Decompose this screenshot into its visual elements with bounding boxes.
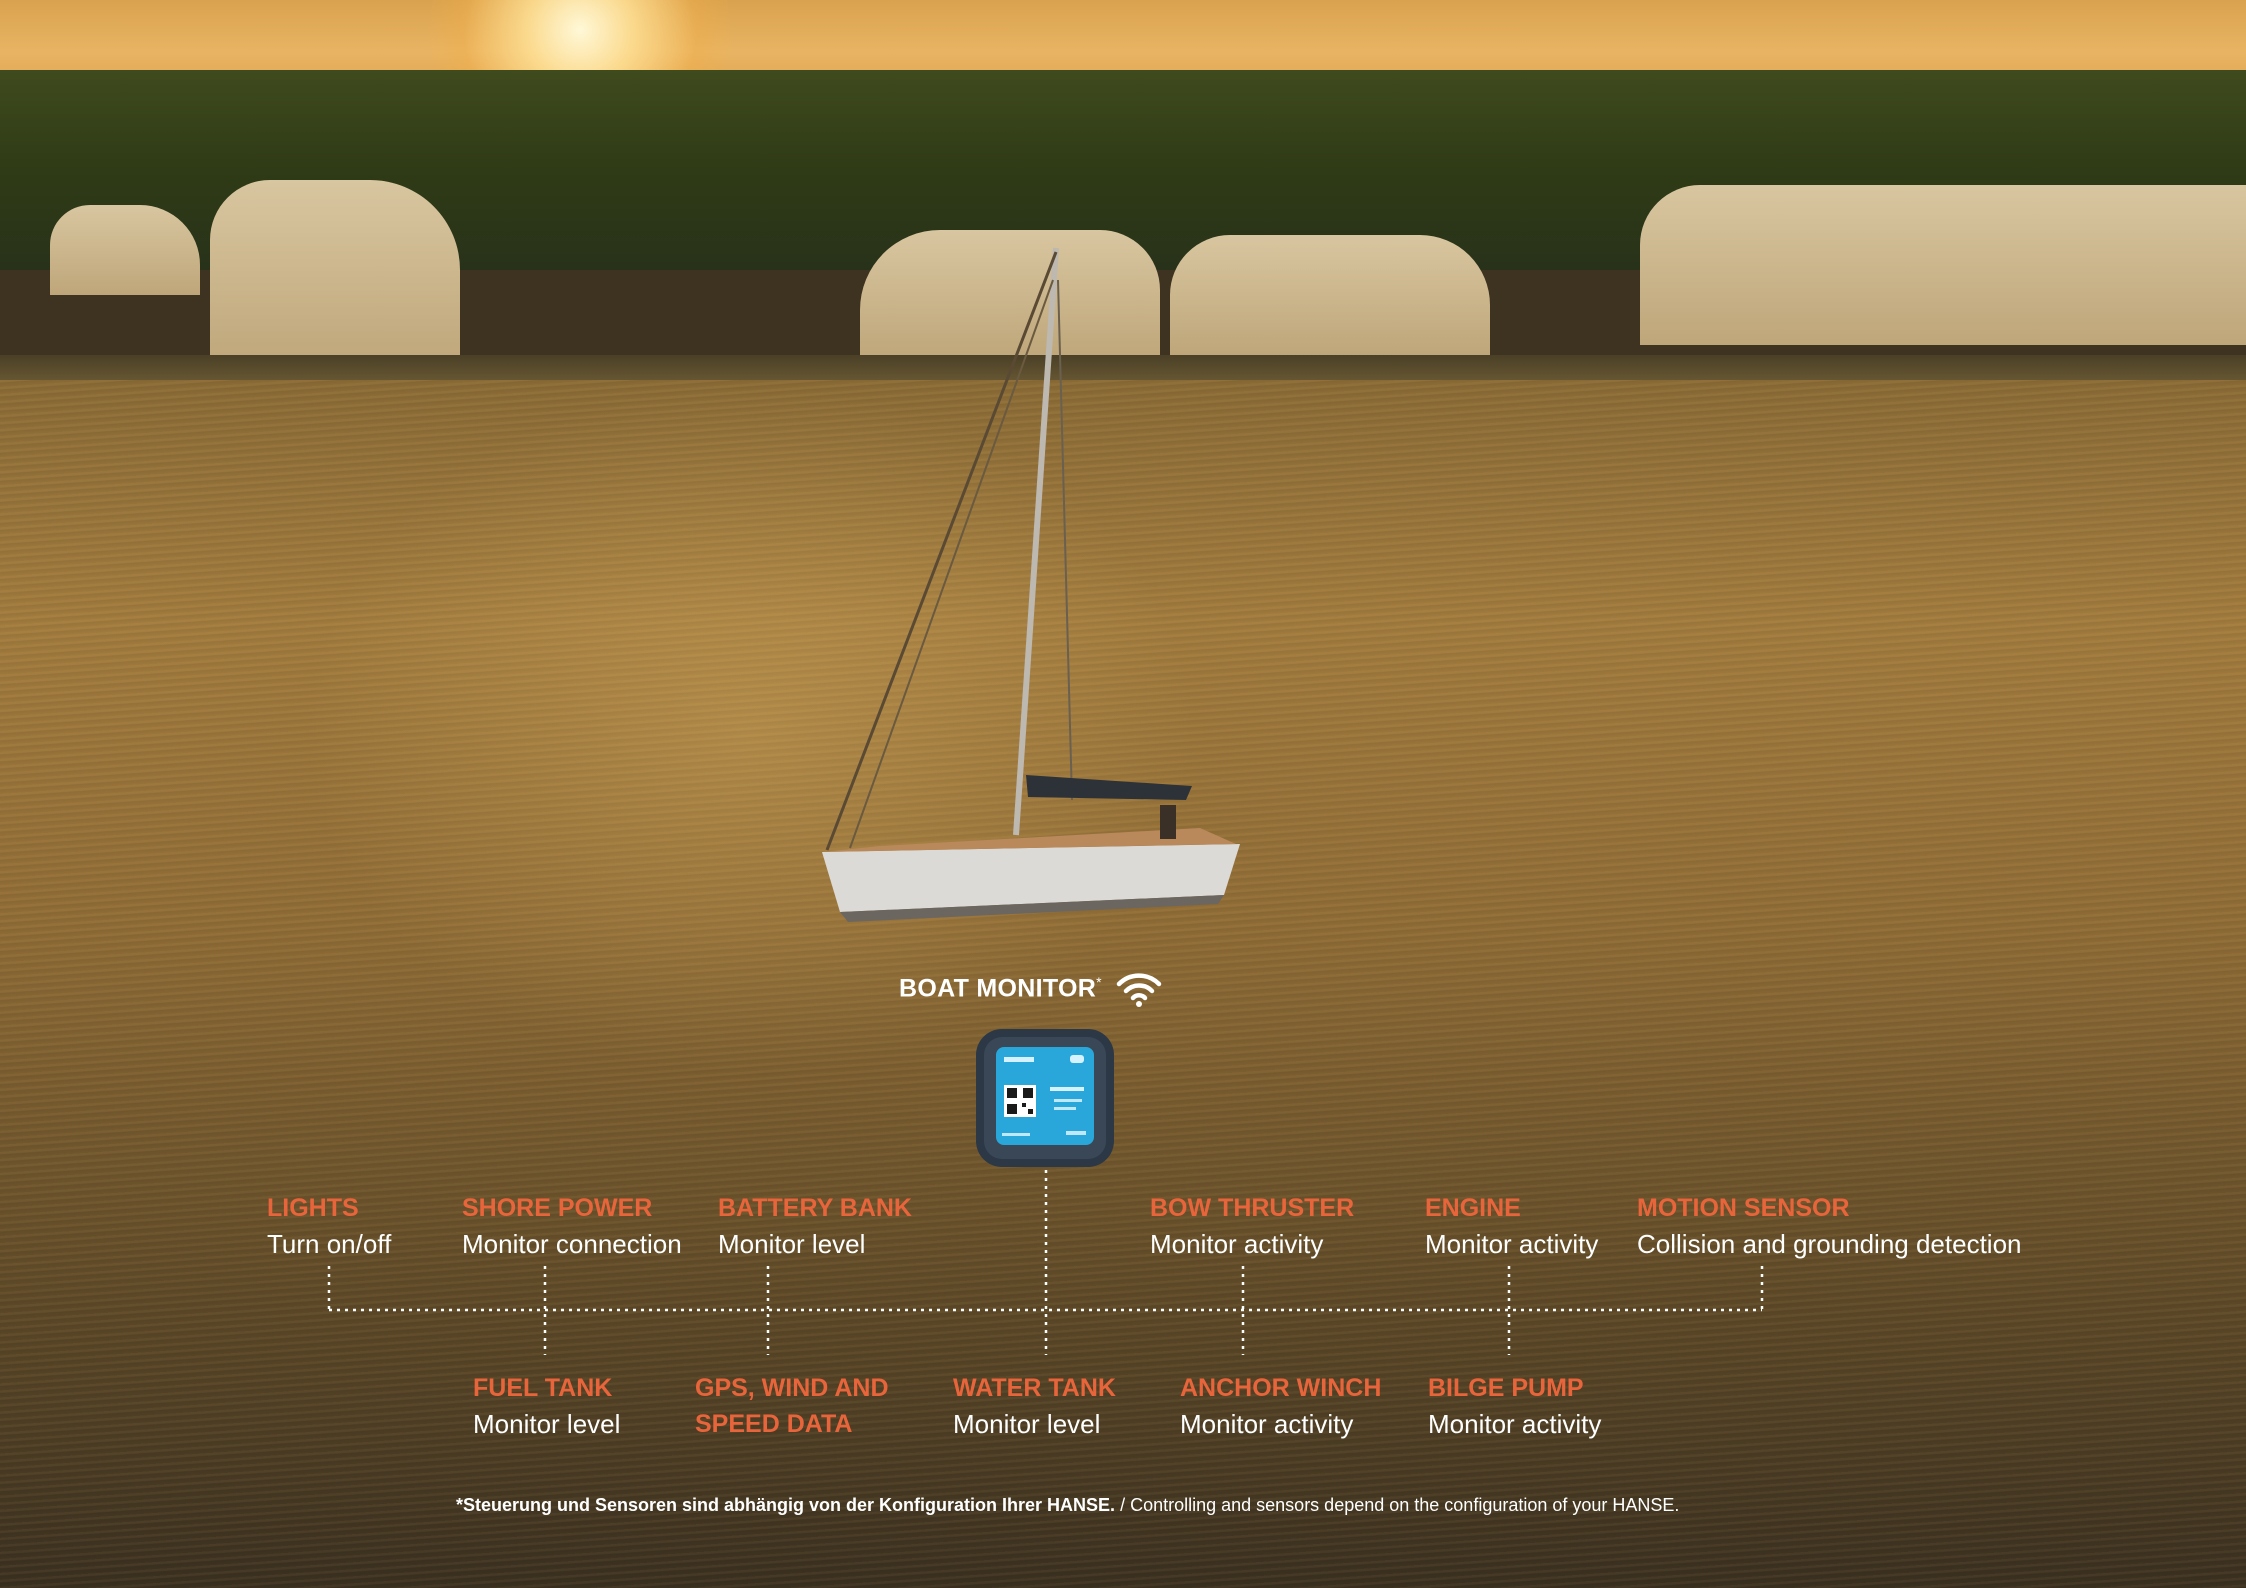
feature-name: LIGHTS	[267, 1194, 359, 1222]
footnote-separator: /	[1115, 1495, 1131, 1515]
feature-bow-thruster: BOW THRUSTER Monitor activity	[1150, 1190, 1354, 1262]
feature-motion-sensor: MOTION SENSOR Collision and grounding de…	[1637, 1190, 2022, 1262]
feature-desc: Monitor activity	[1150, 1229, 1324, 1259]
feature-name: FUEL TANK	[473, 1374, 613, 1402]
feature-name: BOW THRUSTER	[1150, 1194, 1355, 1222]
feature-name: ENGINE	[1425, 1194, 1521, 1222]
feature-name: MOTION SENSOR	[1637, 1194, 1850, 1222]
feature-name: SHORE POWER	[462, 1194, 653, 1222]
feature-fuel-tank: FUEL TANK Monitor level	[473, 1370, 620, 1442]
feature-desc: Collision and grounding detection	[1637, 1229, 2022, 1259]
feature-bilge-pump: BILGE PUMP Monitor activity	[1428, 1370, 1601, 1442]
feature-name: BILGE PUMP	[1428, 1374, 1584, 1402]
feature-desc: Monitor activity	[1428, 1409, 1602, 1439]
feature-gps-wind-speed: GPS, WIND AND SPEED DATA	[695, 1370, 889, 1442]
feature-desc: Monitor connection	[462, 1229, 682, 1259]
feature-name: ANCHOR WINCH	[1180, 1374, 1382, 1402]
feature-desc: Turn on/off	[267, 1229, 392, 1259]
feature-shore-power: SHORE POWER Monitor connection	[462, 1190, 682, 1262]
feature-battery-bank: BATTERY BANK Monitor level	[718, 1190, 912, 1262]
feature-lights: LIGHTS Turn on/off	[267, 1190, 391, 1262]
feature-name-line2: SPEED DATA	[695, 1410, 853, 1438]
feature-desc: Monitor activity	[1425, 1229, 1599, 1259]
footnote-german: *Steuerung und Sensoren sind abhängig vo…	[456, 1495, 1116, 1515]
feature-anchor-winch: ANCHOR WINCH Monitor activity	[1180, 1370, 1381, 1442]
feature-engine: ENGINE Monitor activity	[1425, 1190, 1598, 1262]
feature-name: BATTERY BANK	[718, 1194, 912, 1222]
feature-name: WATER TANK	[953, 1374, 1116, 1402]
feature-water-tank: WATER TANK Monitor level	[953, 1370, 1116, 1442]
feature-desc: Monitor level	[473, 1409, 621, 1439]
feature-desc: Monitor activity	[1180, 1409, 1354, 1439]
connector-lines	[327, 1170, 1764, 1355]
feature-desc: Monitor level	[953, 1409, 1101, 1439]
footnote: *Steuerung und Sensoren sind abhängig vo…	[456, 1495, 1679, 1516]
feature-name: GPS, WIND AND	[695, 1374, 889, 1402]
footnote-english: Controlling and sensors depend on the co…	[1130, 1495, 1680, 1515]
feature-desc: Monitor level	[718, 1229, 866, 1259]
